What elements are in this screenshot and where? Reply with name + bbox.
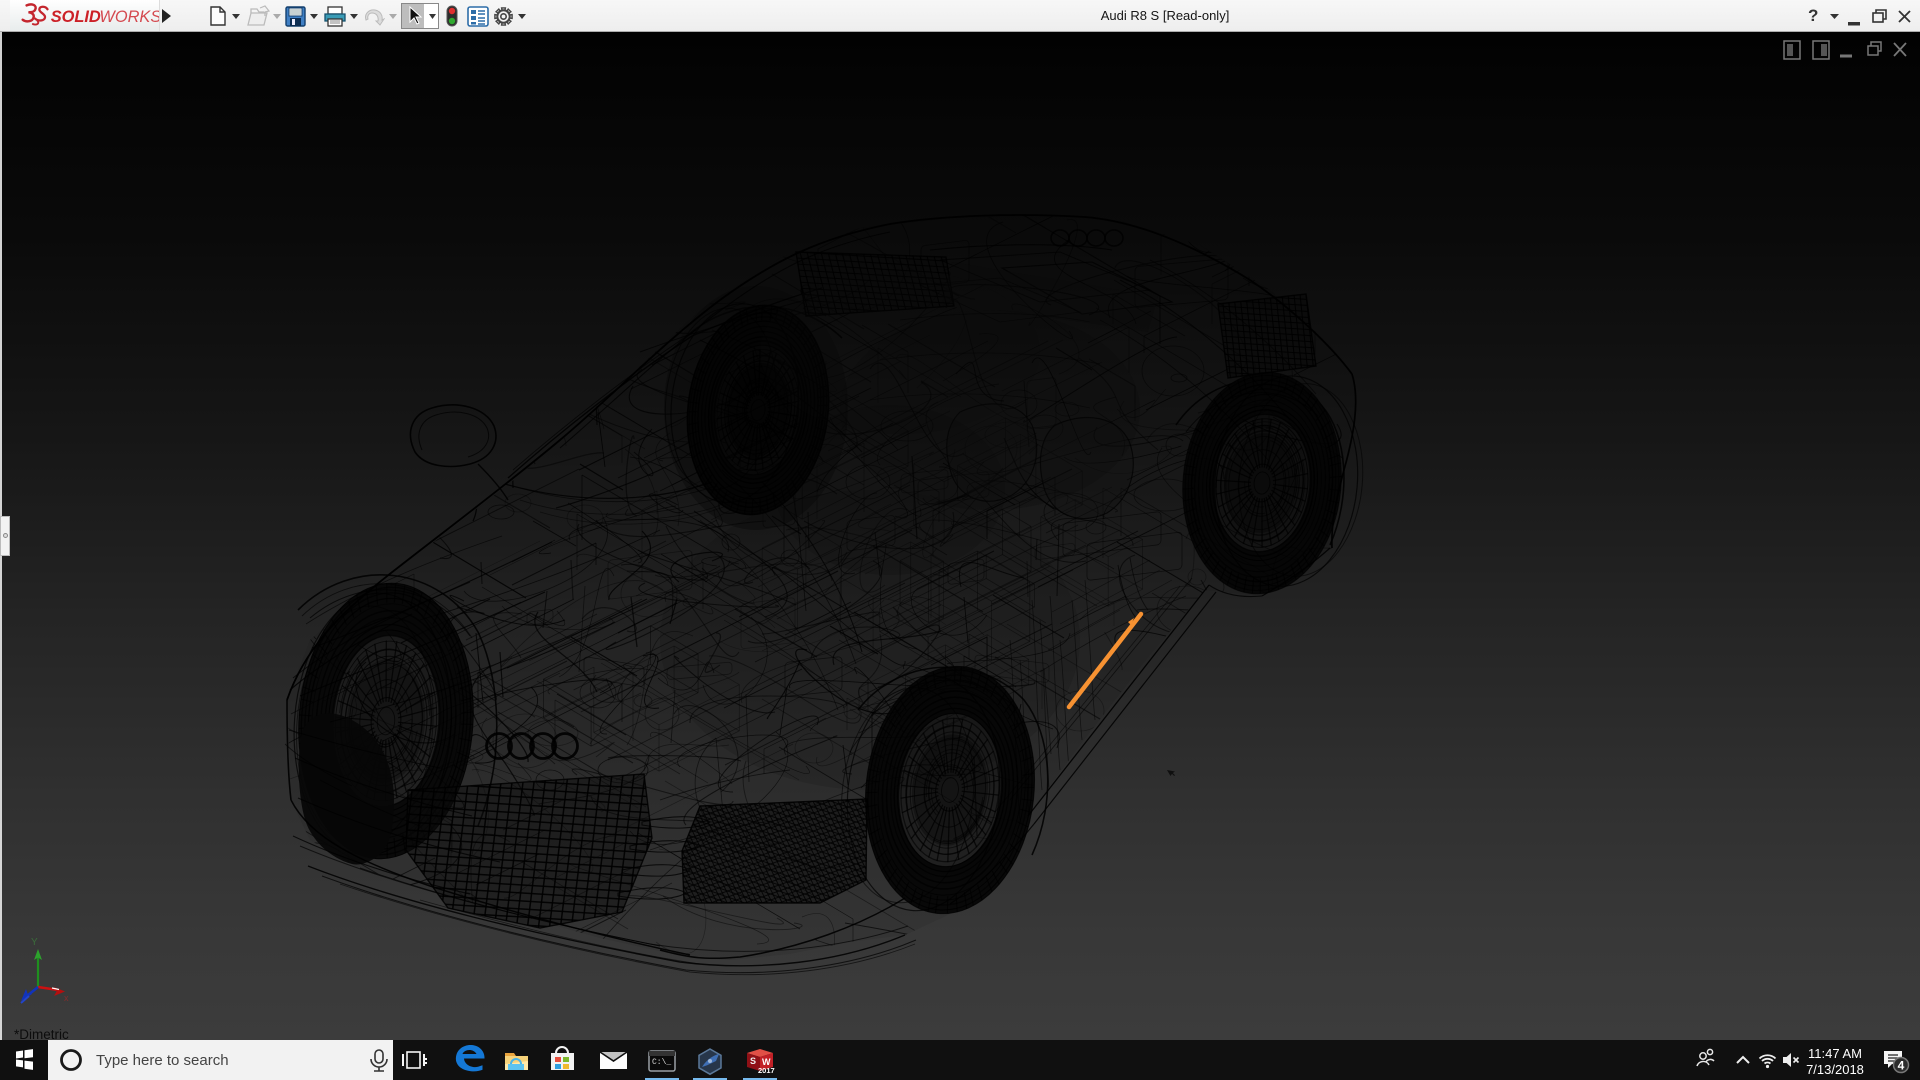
svg-text:7/13/2018: 7/13/2018 xyxy=(1806,1062,1864,1077)
svg-text:Y: Y xyxy=(31,937,38,948)
svg-text:11:47 AM: 11:47 AM xyxy=(1808,1046,1862,1061)
svg-text:2017: 2017 xyxy=(758,1066,775,1075)
svg-text:x: x xyxy=(64,993,69,1003)
svg-text:C:\_: C:\_ xyxy=(652,1058,671,1067)
svg-text:S: S xyxy=(750,1056,756,1066)
svg-text:4: 4 xyxy=(1898,1059,1905,1073)
